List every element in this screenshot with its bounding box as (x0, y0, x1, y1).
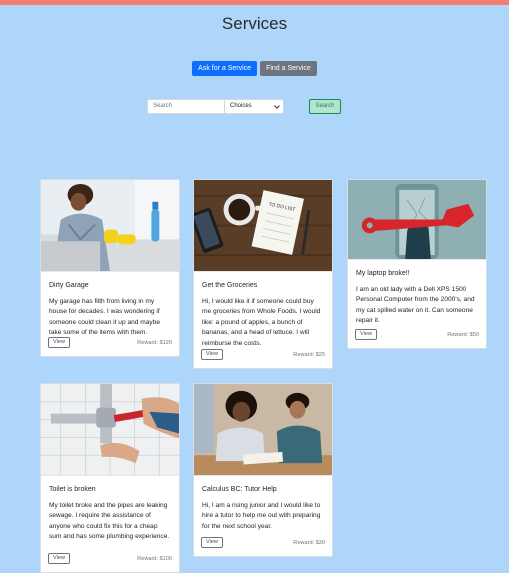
ask-for-service-button[interactable]: Ask for a Service (192, 61, 258, 76)
cleaning-photo (41, 180, 179, 272)
card-description: Hi, I am a rising junior and I would lik… (202, 502, 321, 530)
page-title: Services (221, 14, 288, 33)
todo-list-photo: TO DO LIST (194, 180, 332, 272)
view-button[interactable]: View (48, 337, 71, 348)
service-card-laptop: My laptop broke!! I am an old lady with … (347, 179, 487, 349)
action-buttons: Ask for a Service Find a Service (0, 61, 509, 76)
reward-amount: Reward: $100 (137, 555, 172, 562)
category-select[interactable]: Choices (224, 99, 284, 114)
tutoring-photo (194, 384, 332, 476)
reward-amount: Reward: $50 (447, 331, 479, 338)
view-button[interactable]: View (355, 329, 378, 340)
card-title: Dirty Garage (49, 282, 89, 289)
view-button[interactable]: View (201, 537, 224, 548)
reward-amount: Reward: $30 (293, 539, 325, 546)
reward-amount: Reward: $25 (293, 351, 325, 358)
service-card-tutor: Calculus BC: Tutor Help Hi, I am a risin… (193, 383, 333, 557)
card-description: My toilet broke and the pipes are leakin… (49, 502, 170, 541)
reward-amount: Reward: $120 (137, 339, 172, 346)
card-description: I am an old lady with a Dell XPS 1500 Pe… (356, 286, 475, 325)
plumbing-photo (41, 384, 179, 476)
card-description: Hi, I would like it if someone could buy… (202, 298, 321, 347)
search-button[interactable]: Search (309, 99, 341, 114)
find-service-button[interactable]: Find a Service (260, 61, 317, 76)
service-card-groceries: TO DO LIST Get the Groceries Hi, I would… (193, 179, 333, 369)
view-button[interactable]: View (48, 553, 71, 564)
category-select-value: Choices (230, 103, 252, 109)
top-accent-bar (0, 0, 509, 5)
phone-wrench-illustration (348, 180, 486, 260)
card-title: Get the Groceries (202, 282, 258, 289)
card-title: Toilet is broken (49, 486, 96, 493)
card-title: Calculus BC: Tutor Help (202, 486, 277, 493)
card-description: My garage has filth from living in my ho… (49, 298, 161, 337)
chevron-down-icon (274, 103, 280, 109)
service-card-toilet: Toilet is broken My toilet broke and the… (40, 383, 180, 573)
search-input[interactable]: Search (147, 99, 224, 114)
service-card-dirty-garage: Dirty Garage My garage has filth from li… (40, 179, 180, 357)
card-title: My laptop broke!! (356, 270, 410, 277)
search-bar: Search Choices Search (147, 99, 341, 114)
view-button[interactable]: View (201, 349, 224, 360)
